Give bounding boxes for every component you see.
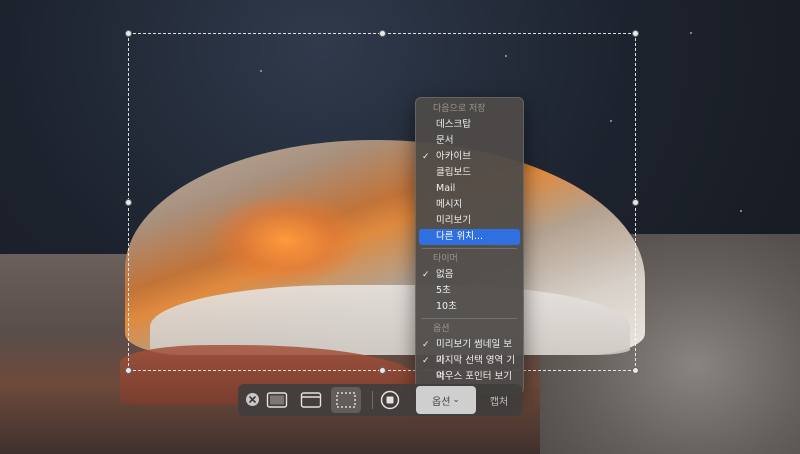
- checkmark-icon: ✓: [422, 340, 430, 350]
- menu-item-clipboard[interactable]: 클립보드: [419, 165, 520, 181]
- resize-handle-top-right[interactable]: [632, 30, 639, 37]
- menu-separator: [422, 248, 517, 249]
- timer-header: 타이머: [433, 254, 458, 264]
- menu-item-documents[interactable]: 문서: [419, 133, 520, 149]
- resize-handle-bottom-left[interactable]: [125, 367, 132, 374]
- menu-item-preview[interactable]: 미리보기: [419, 213, 520, 229]
- options-menu: 다음으로 저장 데스크탑 문서 ✓ 아카이브 클립보드 Mail 메시지 미리보기…: [415, 97, 524, 394]
- menu-item-archive[interactable]: ✓ 아카이브: [419, 149, 520, 165]
- options-header: 옵션: [433, 324, 450, 334]
- capture-button[interactable]: 캡처: [480, 386, 518, 414]
- resize-handle-top-left[interactable]: [125, 30, 132, 37]
- menu-item-other-location[interactable]: 다른 위치...: [419, 229, 520, 245]
- resize-handle-bottom[interactable]: [379, 367, 386, 374]
- menu-item-remember-selection[interactable]: ✓ 마지막 선택 영역 기억: [419, 353, 520, 382]
- checkmark-icon: ✓: [422, 356, 430, 366]
- capture-entire-screen-icon[interactable]: [266, 391, 288, 409]
- capture-window-icon[interactable]: [300, 391, 322, 409]
- menu-item-messages[interactable]: 메시지: [419, 197, 520, 213]
- menu-item-show-pointer[interactable]: 마우스 포인터 보기: [419, 369, 520, 385]
- menu-item-timer-10s[interactable]: 10초: [419, 299, 520, 315]
- menu-item-timer-5s[interactable]: 5초: [419, 283, 520, 299]
- options-button-label: 옵션: [432, 396, 451, 408]
- menu-item-show-thumbnail[interactable]: ✓ 미리보기 썸네일 보기: [419, 337, 520, 366]
- chevron-down-icon: ⌄: [452, 395, 460, 405]
- menu-item-timer-none[interactable]: ✓ 없음: [419, 267, 520, 283]
- resize-handle-bottom-right[interactable]: [632, 367, 639, 374]
- close-icon[interactable]: [246, 393, 259, 406]
- record-selection-icon[interactable]: [380, 390, 400, 410]
- options-button[interactable]: 옵션 ⌄: [416, 386, 476, 414]
- checkmark-icon: ✓: [422, 152, 430, 162]
- menu-item-desktop[interactable]: 데스크탑: [419, 117, 520, 133]
- menu-item-mail[interactable]: Mail: [419, 181, 520, 197]
- checkmark-icon: ✓: [422, 270, 430, 280]
- menu-separator: [422, 318, 517, 319]
- capture-selection-icon[interactable]: [331, 387, 361, 413]
- resize-handle-right[interactable]: [632, 199, 639, 206]
- resize-handle-top[interactable]: [379, 30, 386, 37]
- resize-handle-left[interactable]: [125, 199, 132, 206]
- toolbar-divider: [372, 391, 373, 409]
- save-to-header: 다음으로 저장: [433, 104, 486, 114]
- capture-selection-area[interactable]: [125, 30, 639, 374]
- screenshot-toolbar: 옵션 ⌄ 캡처: [238, 384, 522, 416]
